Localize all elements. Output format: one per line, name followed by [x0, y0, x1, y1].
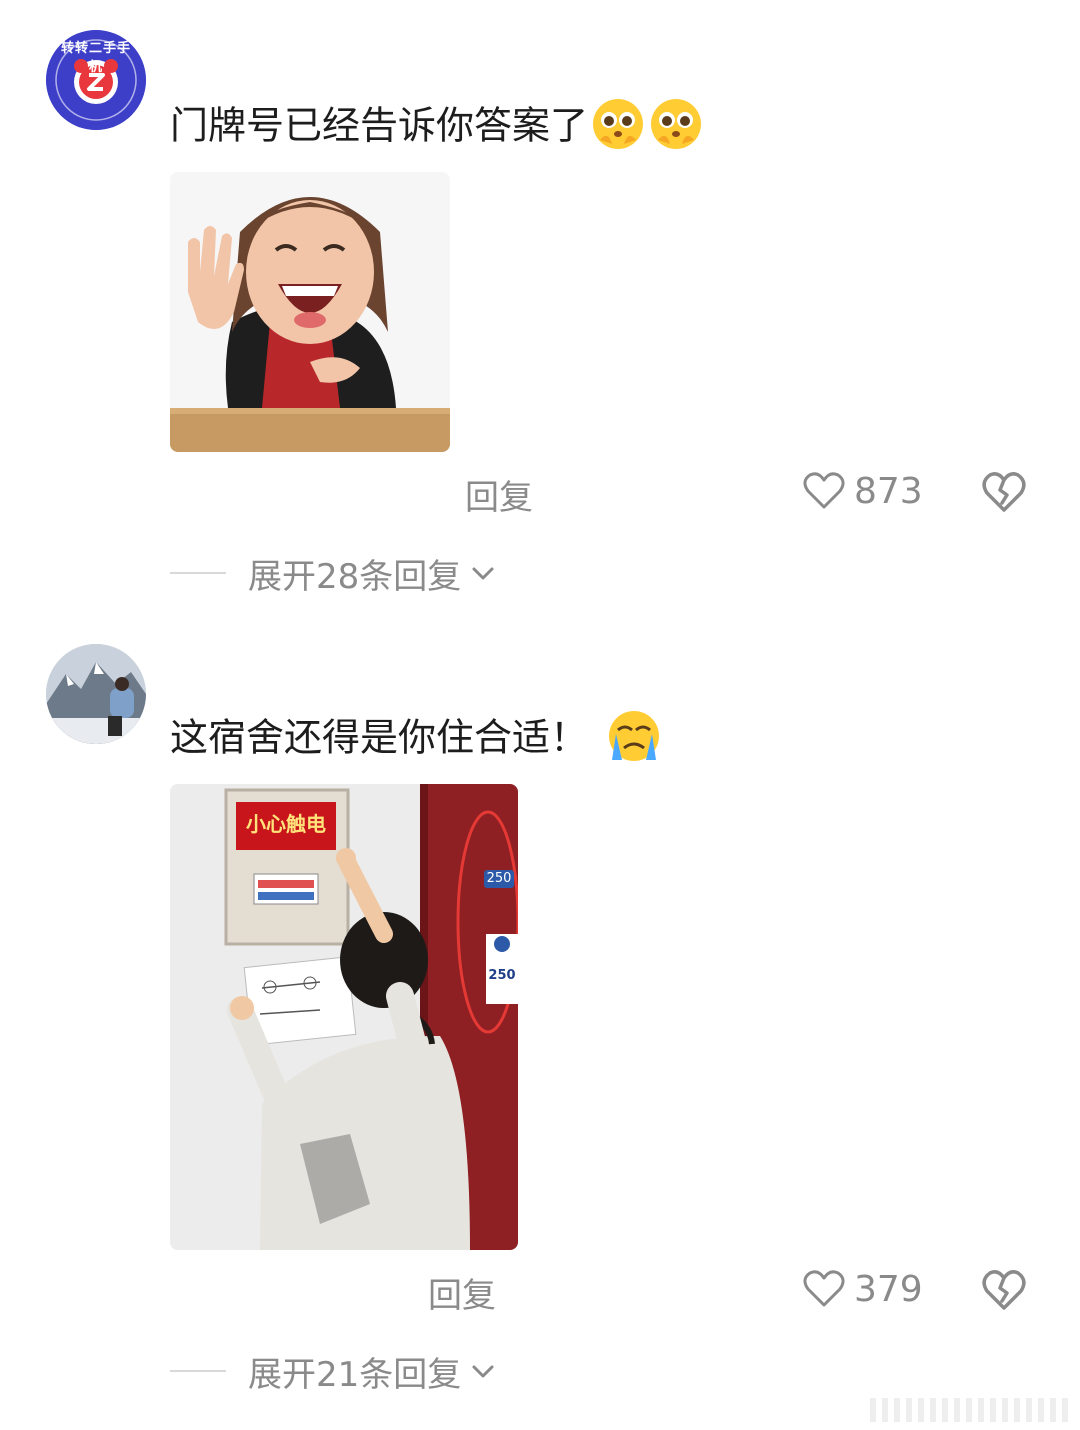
expand-replies-button[interactable]: 展开21条回复 [170, 1346, 497, 1396]
comment-list: 转转二手手机 门牌号已经告诉你答案了 回复 873 展开28条回复 这宿舍还得是… [0, 0, 1080, 1430]
divider-line [170, 572, 226, 574]
chevron-down-icon [472, 1365, 494, 1378]
laughing-memoji-image [170, 172, 450, 452]
mountain-avatar-image [46, 644, 146, 744]
door-number: 250 [486, 871, 512, 886]
comment-image-dorm[interactable]: 小心触电 250 250 [170, 784, 518, 1250]
like-button[interactable]: 379 [802, 1264, 923, 1314]
watermark-strip [870, 1398, 1070, 1422]
reply-button[interactable]: 回复 [428, 1268, 496, 1317]
avatar[interactable]: 转转二手手机 [46, 30, 146, 130]
like-count: 873 [854, 470, 923, 512]
comment-image-memoji[interactable] [170, 172, 450, 452]
broken-heart-icon[interactable] [980, 1266, 1028, 1314]
expand-replies-label: 展开21条回复 [248, 1354, 462, 1395]
dorm-photo-image [170, 784, 518, 1250]
like-count: 379 [854, 1268, 923, 1310]
chevron-down-icon [472, 567, 494, 580]
comment-body: 门牌号已经告诉你答案了 [170, 103, 589, 148]
comment-body: 这宿舍还得是你住合适！ [170, 715, 589, 760]
heart-outline-icon [803, 1270, 845, 1307]
broken-heart-icon[interactable] [980, 468, 1028, 516]
reply-button[interactable]: 回复 [465, 470, 533, 519]
comment-text: 这宿舍还得是你住合适！ [170, 711, 662, 768]
holding-back-tears-emoji-icon [590, 96, 646, 152]
like-button[interactable]: 873 [802, 466, 923, 516]
warning-sign-text: 小心触电 [246, 812, 326, 836]
room-plate-number: 250 [488, 968, 516, 983]
holding-back-tears-emoji-icon [648, 96, 704, 152]
avatar[interactable] [46, 644, 146, 744]
heart-outline-icon [803, 472, 845, 509]
crying-emoji-icon [606, 708, 662, 764]
expand-replies-button[interactable]: 展开28条回复 [170, 548, 497, 598]
divider-line [170, 1370, 226, 1372]
avatar-brand-text: 转转二手手机 [60, 41, 131, 75]
comment-text: 门牌号已经告诉你答案了 [170, 99, 704, 156]
expand-replies-label: 展开28条回复 [248, 556, 462, 597]
